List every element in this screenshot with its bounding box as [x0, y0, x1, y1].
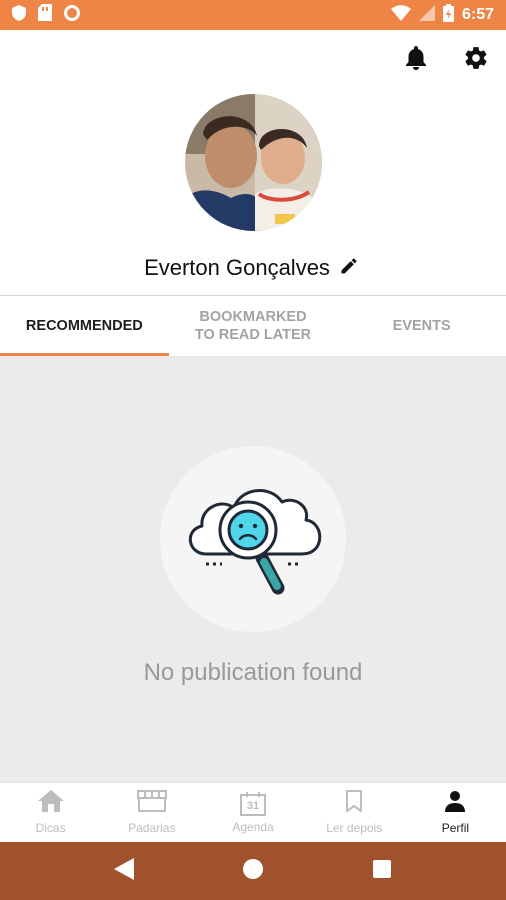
- store-icon: [136, 790, 167, 817]
- profile-name-row: Everton Gonçalves: [0, 250, 506, 286]
- recents-button[interactable]: [372, 859, 392, 884]
- notifications-button[interactable]: [400, 44, 432, 76]
- wifi-icon: [390, 4, 411, 26]
- calendar-day: 31: [246, 799, 260, 812]
- nav-label: Dicas: [35, 821, 66, 835]
- edit-profile-button[interactable]: [336, 255, 362, 281]
- settings-button[interactable]: [460, 44, 492, 76]
- bell-icon: [405, 45, 427, 75]
- nav-item-dicas[interactable]: Dicas: [0, 783, 101, 842]
- avatar-photo: [185, 94, 322, 231]
- cloud-search-sad-icon: [178, 472, 328, 607]
- nav-item-ler-depois[interactable]: Ler depois: [304, 783, 405, 842]
- nav-item-perfil[interactable]: Perfil: [405, 783, 506, 842]
- back-button[interactable]: [114, 857, 134, 885]
- sim-card-icon: [38, 4, 52, 26]
- pencil-icon: [339, 256, 359, 281]
- tab-bookmarked[interactable]: BOOKMARKED TO READ LATER: [169, 296, 338, 356]
- tab-recommended[interactable]: RECOMMENDED: [0, 296, 169, 356]
- home-button[interactable]: [242, 858, 264, 885]
- person-icon: [444, 790, 466, 817]
- status-right: 6:57: [390, 3, 494, 27]
- system-navigation-bar: [0, 842, 506, 900]
- nav-label: Agenda: [232, 819, 274, 834]
- nav-label: Ler depois: [326, 821, 383, 835]
- signal-icon: [418, 4, 435, 26]
- tab-label: BOOKMARKED TO READ LATER: [194, 309, 312, 343]
- tab-label: RECOMMENDED: [25, 318, 143, 334]
- battery-icon: [442, 3, 454, 27]
- nav-item-agenda[interactable]: 31 Agenda: [202, 783, 303, 842]
- top-bar: [0, 30, 506, 90]
- content-area: No publication found: [0, 356, 506, 782]
- profile-tabs: RECOMMENDED BOOKMARKED TO READ LATER EVE…: [0, 296, 506, 356]
- status-left-icons: [12, 4, 80, 26]
- tab-label: EVENTS: [392, 318, 451, 334]
- nav-label: Padarias: [128, 821, 176, 835]
- calendar-icon: 31: [240, 791, 266, 816]
- tab-events[interactable]: EVENTS: [337, 296, 506, 356]
- empty-state-message: No publication found: [143, 659, 363, 686]
- nav-item-padarias[interactable]: Padarias: [101, 783, 202, 842]
- nav-label: Perfil: [441, 821, 470, 835]
- status-time: 6:57: [461, 6, 494, 23]
- circle-icon: [64, 4, 80, 26]
- avatar[interactable]: [185, 94, 322, 231]
- shield-icon: [12, 4, 26, 26]
- profile-name: Everton Gonçalves: [144, 255, 330, 280]
- home-icon: [37, 790, 64, 817]
- bookmark-icon: [345, 790, 363, 817]
- bottom-navigation: Dicas Padarias 31 Agenda Ler depois Perf…: [0, 782, 506, 842]
- empty-state-illustration: [160, 446, 346, 632]
- status-bar: 6:57: [0, 0, 506, 30]
- gear-icon: [463, 45, 489, 76]
